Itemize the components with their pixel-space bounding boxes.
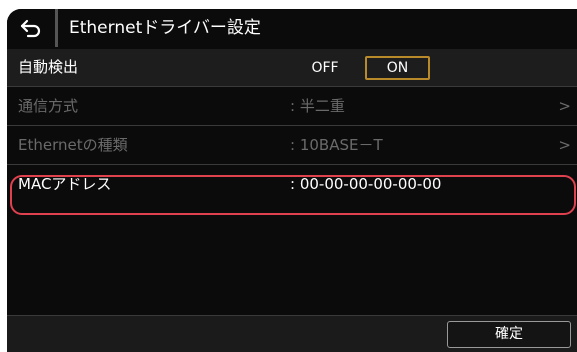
page-title: Ethernetドライバー設定 <box>69 18 261 38</box>
return-arrow-icon <box>20 19 41 38</box>
chevron-right-icon: > <box>558 97 571 115</box>
confirm-button[interactable]: 確定 <box>447 321 571 348</box>
footer-bar: 確定 <box>7 315 577 352</box>
title-bar: Ethernetドライバー設定 <box>7 9 577 47</box>
back-button[interactable] <box>7 9 55 47</box>
auto-detect-row: 自動検出 OFF ON <box>7 49 577 87</box>
comm-mode-row: 通信方式 : 半二重 > <box>7 88 577 126</box>
title-divider <box>55 9 58 47</box>
ethernet-type-label: Ethernetの種類 <box>18 136 128 154</box>
auto-detect-label: 自動検出 <box>18 58 79 76</box>
chevron-right-icon: > <box>558 136 571 154</box>
mac-address-value: : 00-00-00-00-00-00 <box>290 175 442 193</box>
mac-address-label: MACアドレス <box>18 175 112 193</box>
ethernet-type-value: : 10BASE－T <box>290 136 383 154</box>
comm-mode-value: : 半二重 <box>290 97 345 115</box>
auto-detect-on-option[interactable]: ON <box>365 56 430 80</box>
mac-address-row: MACアドレス : 00-00-00-00-00-00 <box>7 166 577 204</box>
comm-mode-label: 通信方式 <box>18 97 79 115</box>
ethernet-type-row: Ethernetの種類 : 10BASE－T > <box>7 127 577 165</box>
auto-detect-off-option[interactable]: OFF <box>300 56 350 80</box>
printer-settings-screen: Ethernetドライバー設定 自動検出 OFF ON 通信方式 : 半二重 >… <box>7 9 577 352</box>
